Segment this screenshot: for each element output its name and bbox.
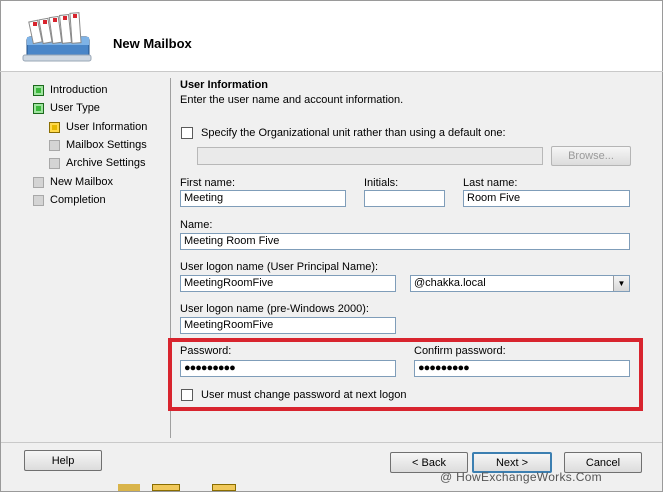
browse-button[interactable]: Browse...	[551, 146, 631, 166]
step-completion[interactable]: Completion	[33, 192, 106, 208]
wizard-title: New Mailbox	[113, 36, 192, 51]
last-name-input[interactable]: Room Five	[463, 190, 630, 207]
taskbar-item[interactable]	[118, 484, 140, 491]
taskbar-item[interactable]	[212, 484, 236, 491]
step-complete-icon	[33, 84, 44, 96]
step-user-type[interactable]: User Type	[33, 100, 100, 116]
first-name-input[interactable]: Meeting	[180, 190, 346, 207]
ou-checkbox-label[interactable]: Specify the Organizational unit rather t…	[201, 127, 506, 139]
pre2000-input[interactable]: MeetingRoomFive	[180, 317, 396, 334]
section-title: User Information	[180, 79, 269, 91]
step-archive-settings[interactable]: Archive Settings	[49, 155, 145, 171]
upn-domain-select[interactable]: @chakka.local ▼	[410, 275, 630, 292]
first-name-label: First name:	[180, 177, 236, 189]
initials-input[interactable]	[364, 190, 445, 207]
step-complete-icon	[33, 102, 44, 114]
taskbar-item[interactable]	[152, 484, 180, 491]
watermark: @ HowExchangeWorks.Com	[440, 470, 602, 484]
wizard-steps: Introduction User Type User Information …	[1, 72, 169, 442]
wizard-header: New Mailbox	[1, 1, 662, 71]
step-pending-icon	[49, 157, 60, 169]
last-name-label: Last name:	[463, 177, 518, 189]
initials-label: Initials:	[364, 177, 399, 189]
step-mailbox-settings[interactable]: Mailbox Settings	[49, 137, 147, 153]
upn-input[interactable]: MeetingRoomFive	[180, 275, 396, 292]
step-introduction[interactable]: Introduction	[33, 82, 107, 98]
step-new-mailbox[interactable]: New Mailbox	[33, 174, 113, 190]
name-label: Name:	[180, 219, 213, 231]
mailbox-trays-icon	[22, 12, 92, 62]
step-pending-icon	[33, 194, 44, 206]
help-button[interactable]: Help	[24, 450, 102, 471]
step-pending-icon	[33, 176, 44, 188]
dropdown-arrow-icon[interactable]: ▼	[613, 276, 629, 291]
name-input[interactable]: Meeting Room Five	[180, 233, 630, 250]
step-user-information[interactable]: User Information	[49, 119, 147, 135]
section-description: Enter the user name and account informat…	[180, 94, 404, 106]
pre2000-label: User logon name (pre-Windows 2000):	[180, 303, 369, 315]
ou-checkbox[interactable]	[181, 127, 193, 139]
highlight-box	[168, 338, 643, 411]
upn-label: User logon name (User Principal Name):	[180, 261, 379, 273]
upn-domain-value: @chakka.local	[414, 277, 486, 289]
step-pending-icon	[49, 139, 60, 151]
step-current-icon	[49, 121, 60, 133]
ou-path-field	[197, 147, 543, 165]
